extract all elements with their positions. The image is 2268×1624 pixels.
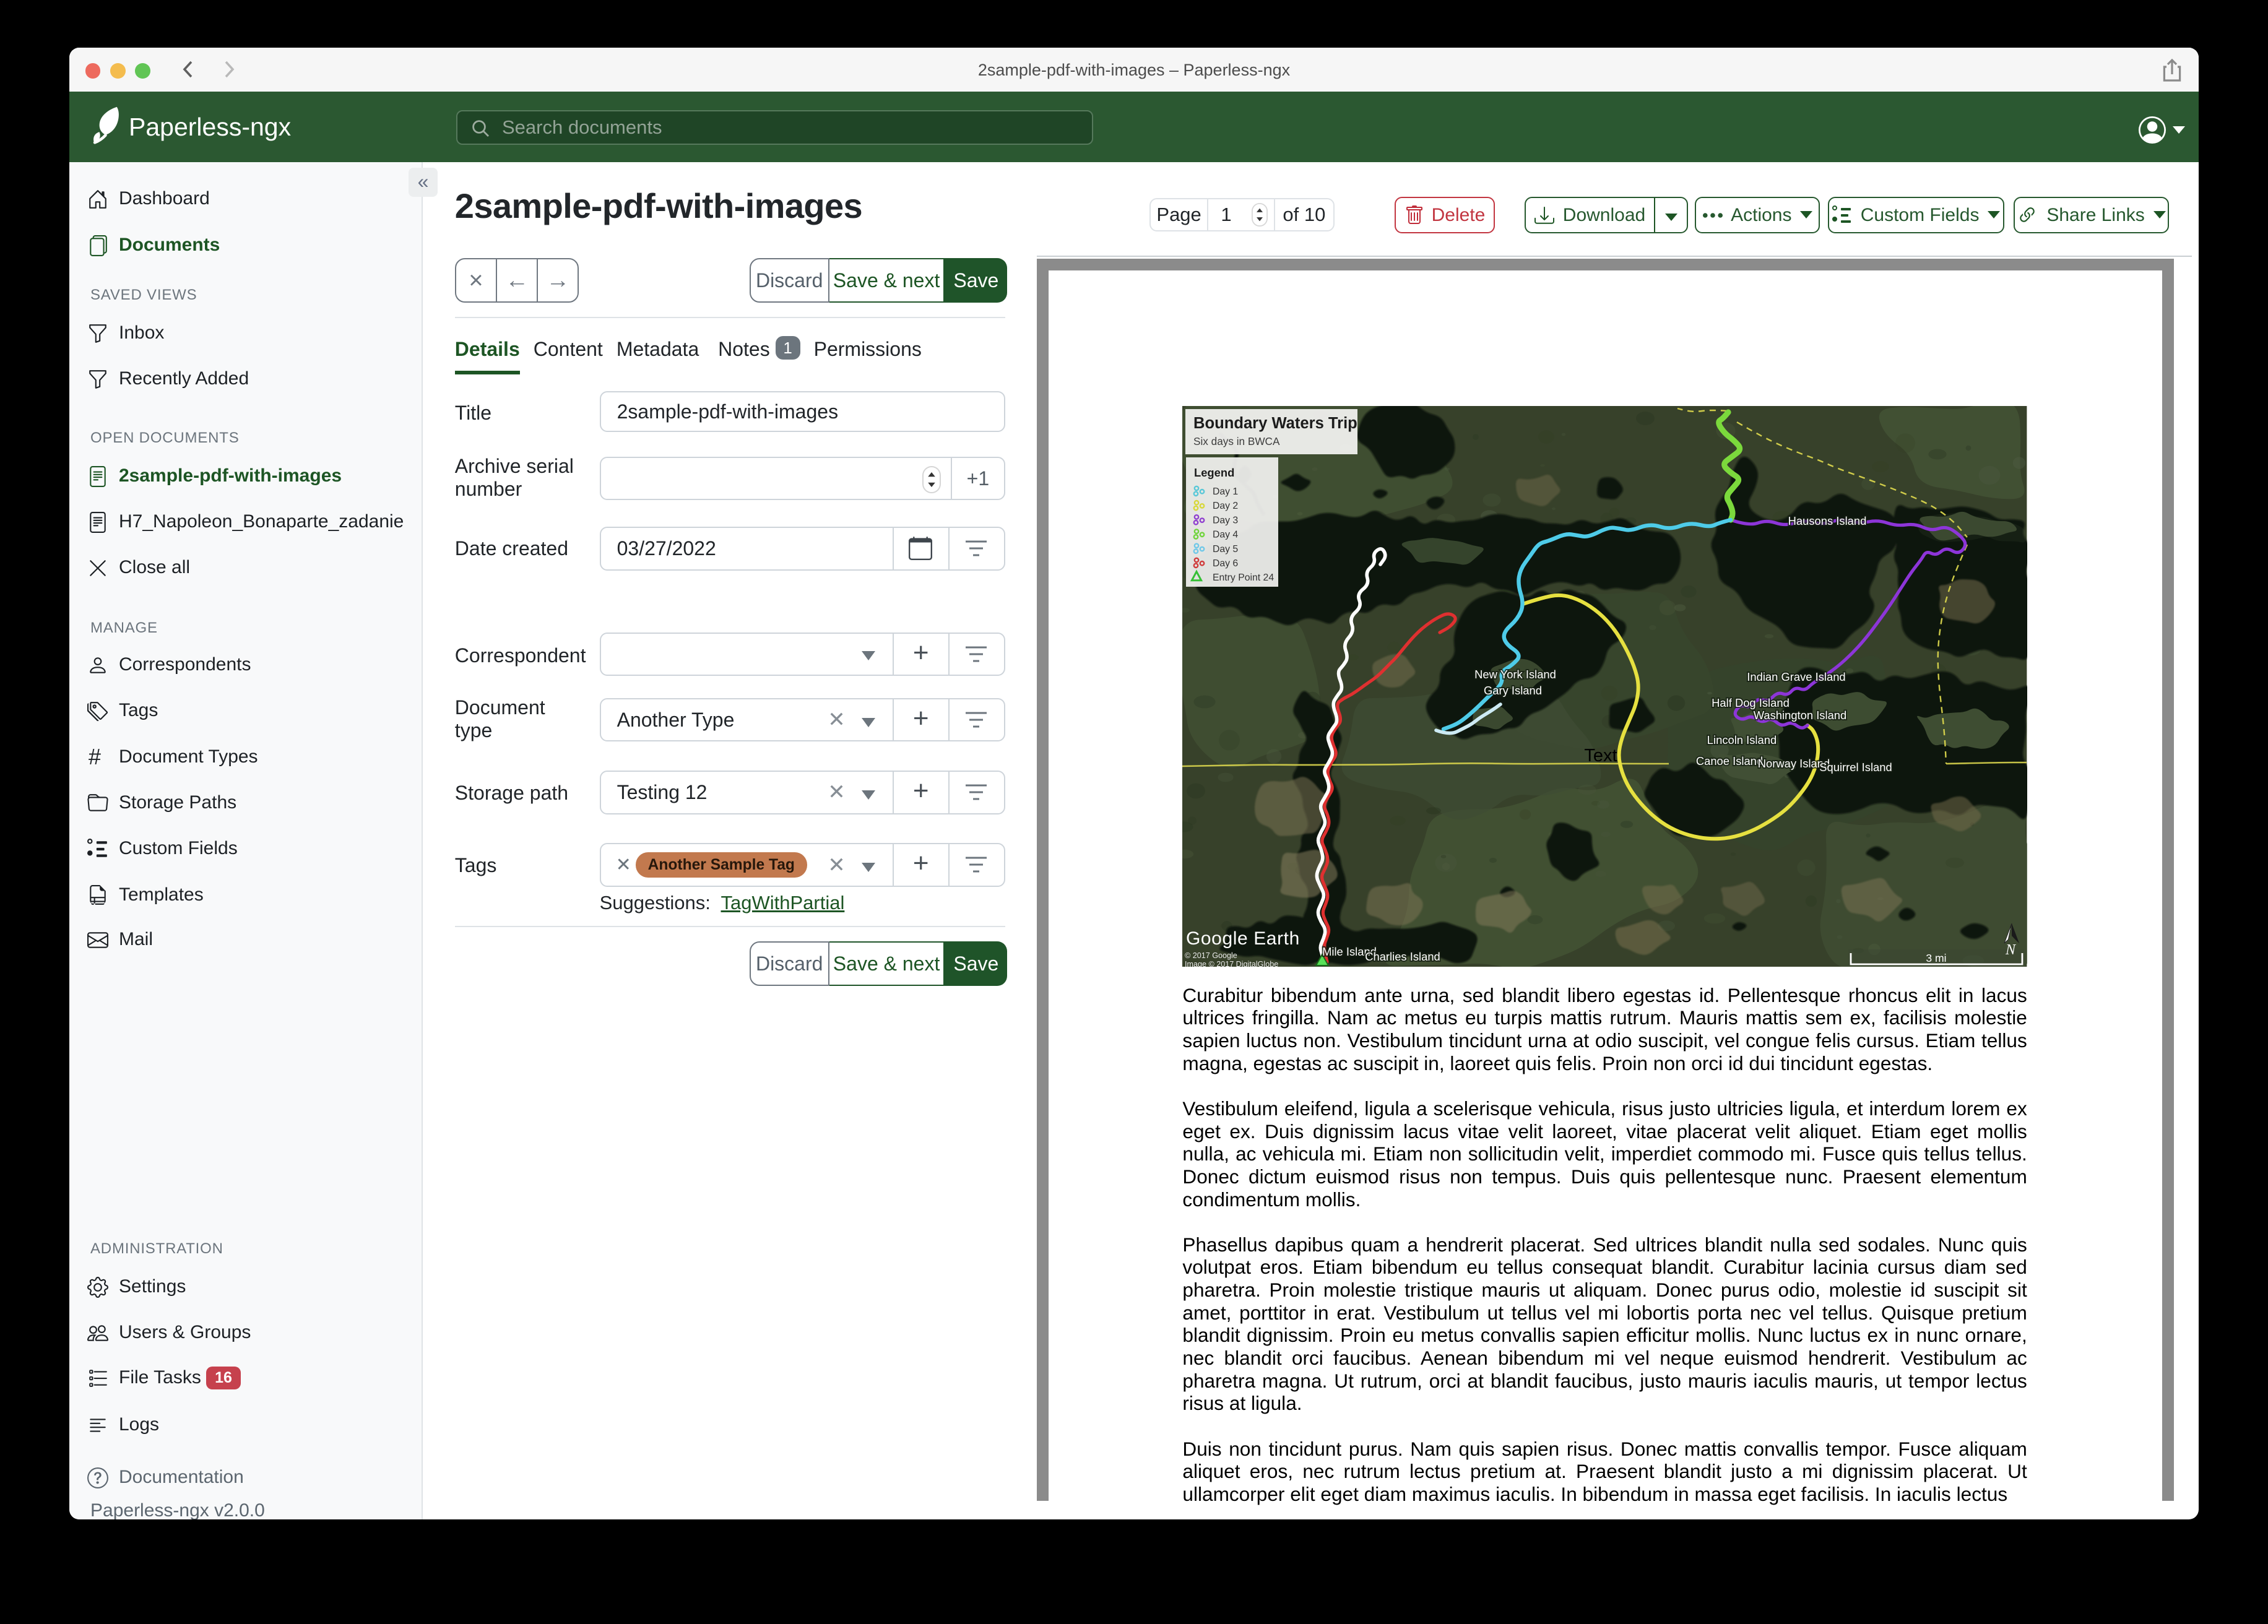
- svg-text:Entry Point 24: Entry Point 24: [1213, 572, 1274, 583]
- svg-text:3 mi: 3 mi: [1926, 952, 1947, 964]
- svg-text:Lincoln Island: Lincoln Island: [1707, 733, 1777, 746]
- svg-text:Day 4: Day 4: [1213, 530, 1238, 540]
- svg-text:Day 6: Day 6: [1213, 558, 1238, 569]
- svg-text:Gary Island: Gary Island: [1484, 684, 1542, 697]
- svg-text:Boundary Waters Trip: Boundary Waters Trip: [1193, 415, 1357, 432]
- svg-text:Hausons Island: Hausons Island: [1788, 514, 1867, 527]
- svg-text:Day 1: Day 1: [1213, 486, 1238, 497]
- svg-text:Canoe Island: Canoe Island: [1696, 754, 1763, 767]
- svg-text:Day 2: Day 2: [1213, 501, 1238, 511]
- svg-text:Indian Grave Island: Indian Grave Island: [1747, 670, 1846, 683]
- svg-text:Image © 2017 DigitalGlobe: Image © 2017 DigitalGlobe: [1185, 960, 1278, 967]
- svg-text:Six days in BWCA: Six days in BWCA: [1193, 435, 1280, 447]
- svg-text:Text: Text: [1585, 746, 1617, 766]
- svg-text:© 2017 Google: © 2017 Google: [1185, 951, 1237, 960]
- svg-text:Legend: Legend: [1194, 466, 1234, 479]
- svg-text:N: N: [2005, 942, 2017, 958]
- svg-text:Washington Island: Washington Island: [1754, 709, 1847, 722]
- svg-text:Google Earth: Google Earth: [1186, 928, 1300, 949]
- svg-text:Day 5: Day 5: [1213, 544, 1238, 555]
- svg-text:Day 3: Day 3: [1213, 515, 1238, 525]
- svg-text:Squirrel Island: Squirrel Island: [1820, 761, 1892, 774]
- svg-text:Half Dog Island: Half Dog Island: [1712, 696, 1790, 709]
- svg-text:New York Island: New York Island: [1475, 668, 1557, 681]
- svg-text:Charlies Island: Charlies Island: [1366, 950, 1441, 963]
